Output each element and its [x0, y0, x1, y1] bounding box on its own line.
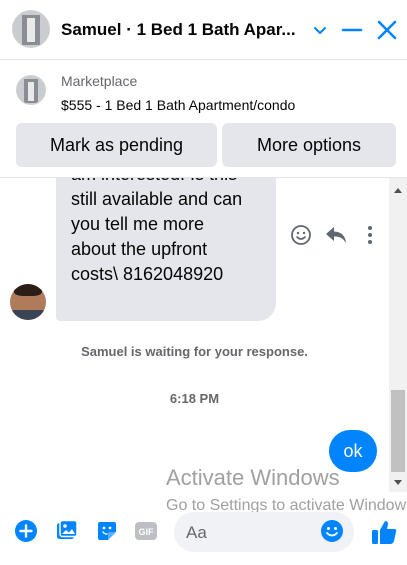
listing-thumbnail[interactable] — [12, 10, 50, 48]
reply-icon[interactable] — [324, 224, 348, 246]
close-icon[interactable] — [375, 18, 399, 42]
listing-thumbnail-small[interactable] — [16, 75, 46, 105]
more-vertical-icon[interactable] — [362, 224, 378, 246]
message-line: about the upfront — [71, 239, 208, 259]
plus-circle-icon[interactable] — [14, 519, 38, 543]
waiting-status: Samuel is waiting for your response. — [81, 344, 308, 359]
minimize-icon[interactable] — [340, 18, 364, 42]
avatar[interactable] — [10, 284, 46, 320]
listing-title[interactable]: $555 - 1 Bed 1 Bath Apartment/condo — [61, 97, 295, 113]
emoji-icon[interactable] — [320, 519, 344, 543]
more-options-button[interactable]: More options — [222, 123, 396, 167]
gif-icon[interactable]: GIF — [134, 519, 158, 543]
message-line: you tell me more — [71, 214, 205, 234]
chevron-down-icon[interactable] — [308, 18, 332, 42]
message-input-placeholder: Aa — [186, 523, 207, 542]
scroll-up-arrow-icon[interactable] — [394, 188, 402, 193]
message-composer: GIF Aa — [0, 508, 407, 565]
message-timestamp: 6:18 PM — [169, 391, 220, 406]
marketplace-label: Marketplace — [61, 73, 138, 89]
svg-text:GIF: GIF — [139, 527, 155, 537]
incoming-message-text: am interested. Is this still available a… — [71, 178, 271, 287]
scrollbar-thumb[interactable] — [391, 390, 405, 472]
message-line: costs\ 8162048920 — [71, 264, 224, 284]
chat-scrollbar[interactable] — [389, 178, 407, 492]
thumbs-up-icon[interactable] — [370, 518, 398, 546]
image-icon[interactable] — [55, 519, 79, 543]
scroll-down-arrow-icon[interactable] — [394, 480, 402, 485]
emoji-icon[interactable] — [290, 224, 312, 246]
mark-as-pending-button[interactable]: Mark as pending — [16, 123, 217, 167]
conversation-title[interactable]: Samuel · 1 Bed 1 Bath Apar... — [61, 20, 307, 40]
message-list[interactable]: am interested. Is this still available a… — [0, 178, 389, 492]
message-line: am interested. Is this — [71, 178, 271, 187]
activate-windows-watermark: Activate Windows — [166, 465, 340, 490]
chat-header: Samuel · 1 Bed 1 Bath Apar... — [0, 0, 407, 60]
message-line: still available and can — [71, 189, 243, 209]
sticker-icon[interactable] — [95, 519, 119, 543]
marketplace-listing-card: Marketplace $555 - 1 Bed 1 Bath Apartmen… — [0, 60, 407, 178]
